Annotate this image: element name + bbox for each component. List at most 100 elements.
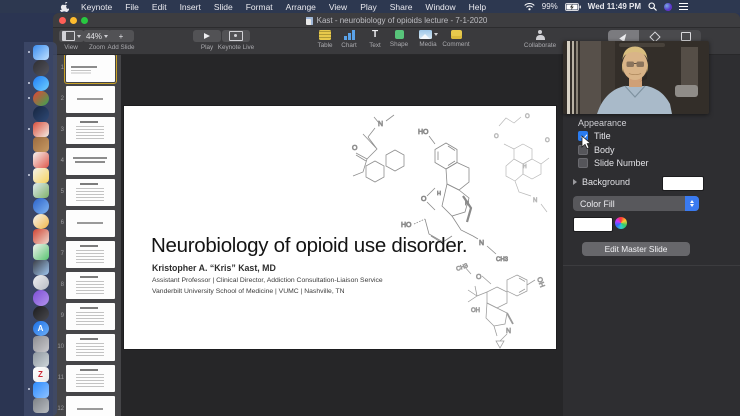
dock-app-photos[interactable] bbox=[32, 213, 49, 229]
add-slide-button[interactable]: + Add Slide bbox=[91, 30, 151, 51]
spotlight-search-icon[interactable] bbox=[648, 2, 657, 11]
slide-affiliation-2[interactable]: Vanderbilt University School of Medicine… bbox=[152, 288, 345, 295]
battery-percent: 99% bbox=[541, 2, 558, 11]
dock-app-screen-display[interactable] bbox=[32, 259, 49, 275]
svg-text:O: O bbox=[525, 114, 530, 120]
slide-thumbnail[interactable] bbox=[66, 272, 115, 299]
dock-app-launchpad[interactable] bbox=[32, 60, 49, 76]
svg-text:O: O bbox=[421, 196, 427, 203]
dock-app-red-white-app[interactable] bbox=[27, 121, 49, 137]
menu-item[interactable]: Keynote bbox=[81, 2, 112, 12]
dock-app-red-app[interactable] bbox=[32, 228, 49, 245]
menu-items: Keynote File Edit Insert Slide Format Arrange V… bbox=[81, 2, 486, 12]
dock-app-blue-doc-app[interactable] bbox=[32, 198, 49, 214]
dock-app-tv[interactable] bbox=[32, 305, 49, 321]
webcam-video bbox=[563, 41, 709, 114]
dock-app-trash[interactable] bbox=[32, 397, 49, 413]
dock-app-notes[interactable] bbox=[27, 167, 49, 183]
slide-thumbnail[interactable] bbox=[66, 86, 115, 113]
svg-text:H: H bbox=[523, 164, 527, 170]
fill-type-select[interactable]: Color Fill bbox=[573, 196, 699, 211]
menu-item[interactable]: Arrange bbox=[286, 2, 316, 12]
slide-title[interactable]: Neurobiology of opioid use disorder. bbox=[151, 234, 468, 258]
svg-text:O: O bbox=[476, 274, 482, 281]
dock-app-numbers-chart[interactable] bbox=[32, 244, 49, 260]
disclosure-triangle-icon[interactable] bbox=[573, 179, 577, 185]
menu-item[interactable]: File bbox=[125, 2, 139, 12]
notification-center-icon[interactable] bbox=[679, 3, 688, 10]
window-titlebar[interactable]: Kast - neurobiology of opioids lecture -… bbox=[53, 13, 740, 28]
inspector-divider bbox=[563, 265, 740, 266]
slide-thumbnail[interactable] bbox=[66, 179, 115, 206]
document-title: Kast - neurobiology of opioids lecture -… bbox=[53, 16, 740, 25]
dock-app-preview[interactable] bbox=[32, 182, 49, 199]
format-brush-icon bbox=[618, 31, 629, 42]
menu-item[interactable]: Slide bbox=[214, 2, 233, 12]
menu-bar: Keynote File Edit Insert Slide Format Arrange V… bbox=[0, 0, 740, 13]
dock-app-chrome[interactable] bbox=[27, 90, 49, 107]
webcam-overlay[interactable] bbox=[563, 41, 709, 114]
keynote-live-button[interactable]: Keynote Live bbox=[206, 30, 266, 51]
slide-thumbnail[interactable] bbox=[66, 117, 115, 144]
dock-app-app-store[interactable]: A bbox=[32, 320, 49, 337]
slide-thumbnail-row: 5 bbox=[53, 179, 121, 206]
dock-app-camera-app[interactable] bbox=[32, 336, 49, 352]
comment-button[interactable]: Comment bbox=[426, 30, 486, 48]
dock-app-zoom[interactable] bbox=[27, 382, 49, 398]
menu-item[interactable]: Format bbox=[246, 2, 273, 12]
color-wheel-icon[interactable] bbox=[615, 217, 627, 229]
menu-item[interactable]: View bbox=[329, 2, 347, 12]
background-row[interactable]: Background bbox=[573, 177, 630, 187]
slide-affiliation-1[interactable]: Assistant Professor | Clinical Director,… bbox=[152, 277, 383, 284]
svg-text:O: O bbox=[545, 138, 550, 144]
svg-text:HO: HO bbox=[401, 222, 412, 229]
background-color-well[interactable] bbox=[662, 176, 704, 191]
slide-thumbnail-row: 1 bbox=[53, 55, 121, 84]
svg-text:OH: OH bbox=[535, 276, 545, 288]
slide-thumbnail[interactable] bbox=[66, 396, 115, 416]
checkbox-row-slide-number[interactable]: Slide Number bbox=[578, 158, 649, 168]
dock-app-dark-blue-app[interactable] bbox=[32, 106, 49, 122]
slide-thumbnail[interactable] bbox=[66, 148, 115, 175]
slide-thumbnail[interactable] bbox=[66, 303, 115, 330]
slide-thumbnail[interactable] bbox=[66, 365, 115, 392]
menu-item[interactable]: Edit bbox=[152, 2, 167, 12]
menu-item[interactable]: Help bbox=[469, 2, 486, 12]
collaborate-button[interactable]: Collaborate bbox=[510, 30, 570, 49]
mouse-cursor bbox=[581, 135, 592, 150]
slide-thumbnail-row: 4 bbox=[53, 148, 121, 175]
slide-thumbnail[interactable] bbox=[66, 334, 115, 361]
slide-thumbnail[interactable] bbox=[66, 210, 115, 237]
menu-clock[interactable]: Wed 11:49 PM bbox=[588, 2, 641, 11]
dock-app-music[interactable] bbox=[32, 274, 49, 291]
dock-app-messages-gray[interactable] bbox=[32, 351, 49, 367]
dock-app-calendar[interactable] bbox=[32, 152, 49, 168]
dock-app-books-app[interactable] bbox=[32, 136, 49, 153]
slide-thumbnail-row: 2 bbox=[53, 86, 121, 113]
menu-item[interactable]: Window bbox=[425, 2, 455, 12]
svg-text:H: H bbox=[437, 191, 441, 197]
screen: Keynote File Edit Insert Slide Format Arrange V… bbox=[0, 0, 740, 416]
fill-color-swatch[interactable] bbox=[573, 217, 613, 232]
dock-app-zotero[interactable]: Z bbox=[32, 366, 49, 383]
slide-author[interactable]: Kristopher A. “Kris” Kast, MD bbox=[152, 263, 276, 273]
slide-thumbnail-row: 8 bbox=[53, 272, 121, 299]
siri-icon[interactable] bbox=[664, 2, 672, 11]
dock-app-finder[interactable] bbox=[27, 45, 49, 61]
slide-thumbnail-row: 3 bbox=[53, 117, 121, 144]
current-slide[interactable]: N O HO O HO H H N CH3 O O O N H CH3 O OH… bbox=[124, 106, 556, 349]
dock-app-safari[interactable] bbox=[27, 75, 49, 91]
slide-canvas: N O HO O HO H H N CH3 O O O N H CH3 O OH… bbox=[121, 55, 592, 416]
slide-number-checkbox[interactable] bbox=[578, 158, 588, 168]
battery-icon[interactable] bbox=[564, 2, 581, 11]
menu-item[interactable]: Play bbox=[360, 2, 377, 12]
slide-thumbnail[interactable] bbox=[66, 241, 115, 268]
dock-app-podcasts[interactable] bbox=[32, 290, 49, 306]
edit-master-slide-button[interactable]: Edit Master Slide bbox=[582, 242, 690, 256]
apple-menu-icon[interactable] bbox=[60, 1, 69, 12]
svg-text:CH3: CH3 bbox=[456, 263, 470, 273]
menu-item[interactable]: Share bbox=[390, 2, 413, 12]
wifi-icon[interactable] bbox=[524, 2, 535, 11]
slide-thumbnail[interactable] bbox=[64, 55, 117, 84]
menu-item[interactable]: Insert bbox=[180, 2, 201, 12]
